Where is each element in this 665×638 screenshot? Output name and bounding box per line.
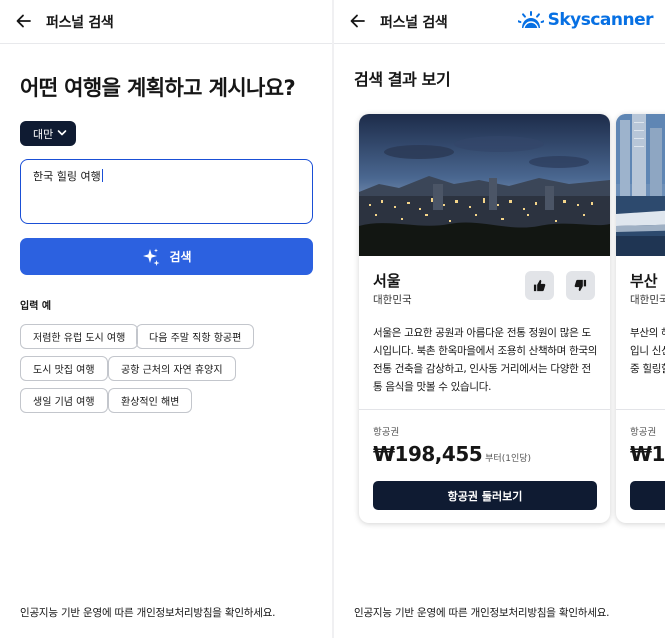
thumbs-down-icon	[574, 279, 587, 292]
examples-label: 입력 예	[20, 301, 52, 312]
search-panel: 퍼스널 검색 어떤 여행을 계획하고 계시나요? 대만 한국 힐링 여행 검색 …	[0, 0, 332, 638]
query-input[interactable]: 한국 힐링 여행	[20, 159, 313, 224]
country-name: 대한민국	[373, 294, 412, 306]
skyscanner-logo: Skyscanner	[517, 10, 654, 30]
price-value: ₩198,455	[373, 442, 483, 466]
city-description: 서울은 고요한 공원과 아름다운 전통 정원이 많은 도시입니다. 북촌 한옥마…	[373, 327, 598, 393]
destination-card[interactable]: 서울 대한민국 서울은 고요한 공원과 아름다운 전통 정원이 많은 도시입니다…	[359, 114, 610, 523]
back-arrow-icon[interactable]	[348, 11, 368, 31]
city-name: 서울	[373, 272, 401, 290]
search-button-label: 검색	[169, 250, 192, 264]
card-divider	[359, 409, 610, 410]
logo-text: Skyscanner	[547, 10, 654, 30]
chevron-down-icon	[57, 130, 67, 136]
text-caret	[101, 169, 103, 182]
thumbs-up-icon	[533, 279, 546, 292]
sunrise-logo-icon	[517, 11, 544, 29]
example-chip[interactable]: 다음 주말 직항 항공편	[136, 324, 255, 349]
flight-price: ₩198,455 부터(1인당)	[373, 442, 531, 466]
price-label: 항공권	[630, 427, 657, 438]
back-arrow-icon[interactable]	[14, 11, 34, 31]
like-button[interactable]	[525, 271, 554, 300]
example-chip[interactable]: 도시 맛집 여행	[20, 356, 108, 381]
example-chip[interactable]: 공항 근처의 자연 휴양지	[108, 356, 236, 381]
busan-photo	[616, 114, 665, 256]
destination-card[interactable]: 부산 대한민국 부산의 해 장소입니 신선한 해 중 힐링할 항공권 ₩18	[616, 114, 665, 523]
price-label: 항공권	[373, 427, 400, 438]
country-name: 대한민국	[630, 294, 665, 306]
results-title: 검색 결과 보기	[354, 70, 451, 89]
region-dropdown[interactable]: 대만	[20, 121, 76, 146]
question-heading: 어떤 여행을 계획하고 계시나요?	[20, 76, 296, 100]
seoul-night-photo	[359, 114, 610, 256]
top-bar: 퍼스널 검색	[0, 0, 332, 44]
price-value: ₩18	[630, 442, 665, 466]
city-description: 부산의 해 장소입니 신선한 해 중 힐링할	[630, 327, 665, 375]
city-name: 부산	[630, 272, 658, 290]
region-label: 대만	[33, 127, 54, 141]
sparkle-icon	[143, 248, 160, 266]
privacy-notice[interactable]: 인공지능 기반 운영에 따른 개인정보처리방침을 확인하세요.	[20, 605, 276, 620]
example-chip[interactable]: 환상적인 해변	[108, 388, 193, 413]
page-title: 퍼스널 검색	[380, 15, 448, 31]
privacy-notice[interactable]: 인공지능 기반 운영에 따른 개인정보처리방침을 확인하세요.	[354, 605, 610, 620]
price-suffix: 부터(1인당)	[485, 454, 532, 464]
top-bar: 퍼스널 검색 Skyscanner	[334, 0, 665, 44]
page-title: 퍼스널 검색	[46, 15, 114, 31]
example-chip[interactable]: 저렴한 유럽 도시 여행	[20, 324, 139, 349]
example-chip[interactable]: 생일 기념 여행	[20, 388, 108, 413]
query-text: 한국 힐링 여행	[33, 170, 101, 183]
dislike-button[interactable]	[566, 271, 595, 300]
results-panel: 퍼스널 검색 Skyscanner 검색 결과 보기 서울 대한민국 서울은 고…	[334, 0, 665, 638]
browse-flights-button[interactable]	[630, 481, 665, 510]
browse-flights-button[interactable]: 항공권 둘러보기	[373, 481, 597, 510]
flight-price: ₩18	[630, 442, 665, 466]
card-divider	[616, 409, 665, 410]
search-button[interactable]: 검색	[20, 238, 313, 275]
